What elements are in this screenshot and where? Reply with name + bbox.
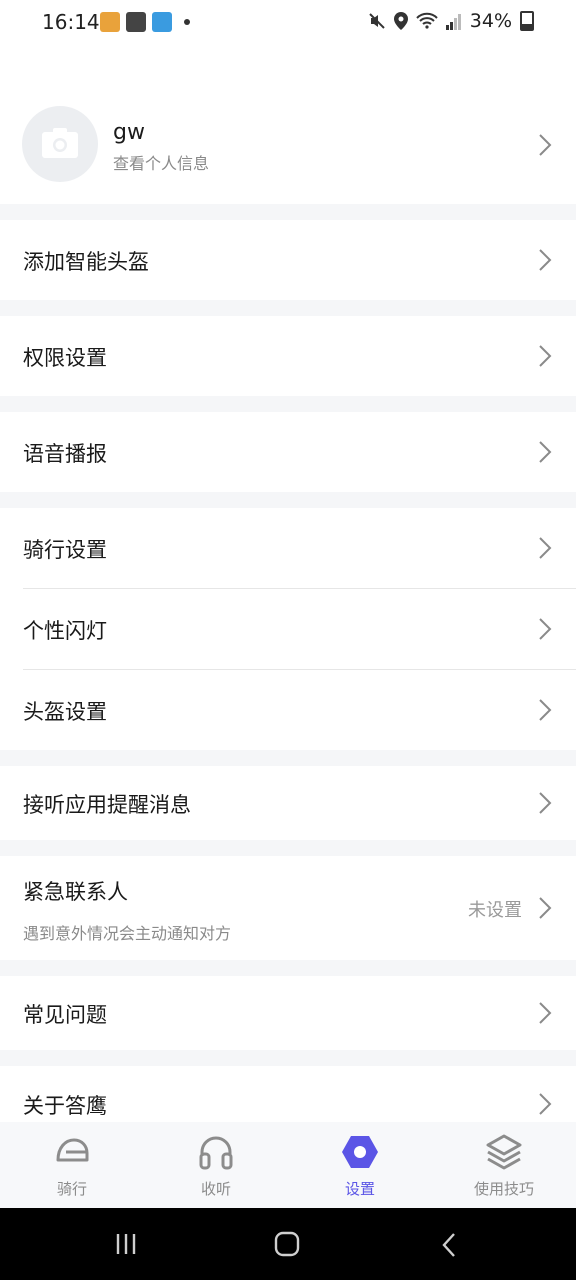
camera-icon bbox=[42, 128, 78, 158]
tab-label: 收听 bbox=[200, 1180, 231, 1198]
app-notification-icon bbox=[100, 12, 120, 32]
mute-icon bbox=[369, 13, 385, 29]
chevron-right-icon bbox=[539, 618, 552, 640]
gallery-icon bbox=[126, 12, 146, 32]
menu-label: 接听应用提醒消息 bbox=[23, 793, 191, 817]
menu-helmet-settings[interactable]: 头盔设置 bbox=[0, 670, 576, 750]
menu-add-helmet[interactable]: 添加智能头盔 bbox=[0, 220, 576, 300]
avatar[interactable] bbox=[22, 106, 98, 182]
helmet-icon bbox=[56, 1138, 89, 1162]
chevron-right-icon bbox=[539, 134, 552, 156]
menu-emergency-contact[interactable]: 紧急联系人 遇到意外情况会主动通知对方 未设置 bbox=[0, 856, 576, 960]
tab-label: 设置 bbox=[344, 1180, 375, 1198]
status-right: 34% bbox=[368, 10, 534, 32]
chevron-right-icon bbox=[539, 897, 552, 919]
headphones-icon bbox=[199, 1136, 233, 1170]
layers-icon bbox=[486, 1134, 522, 1170]
menu-label: 权限设置 bbox=[23, 346, 107, 370]
chevron-right-icon bbox=[539, 441, 552, 463]
chevron-right-icon bbox=[539, 537, 552, 559]
settings-hex-icon bbox=[342, 1136, 378, 1168]
menu-label: 语音播报 bbox=[23, 442, 107, 466]
wifi-icon bbox=[416, 12, 438, 29]
battery-icon bbox=[520, 11, 534, 31]
menu-notifications[interactable]: 接听应用提醒消息 bbox=[0, 766, 576, 840]
profile-card[interactable]: gw 查看个人信息 bbox=[0, 46, 576, 204]
chevron-right-icon bbox=[539, 1093, 552, 1115]
chevron-right-icon bbox=[539, 699, 552, 721]
tab-riding[interactable]: 骑行 bbox=[0, 1122, 144, 1208]
bottom-tab-bar: 骑行 收听 设置 使用技巧 bbox=[0, 1122, 576, 1208]
battery-percent: 34% bbox=[469, 10, 512, 32]
signal-icon bbox=[445, 14, 461, 30]
menu-sublabel: 遇到意外情况会主动通知对方 bbox=[23, 924, 232, 943]
chevron-right-icon bbox=[539, 345, 552, 367]
emergency-status: 未设置 bbox=[468, 900, 522, 921]
profile-name: gw bbox=[113, 120, 145, 145]
status-bar: 16:14 34% bbox=[0, 0, 576, 46]
profile-subtitle: 查看个人信息 bbox=[113, 154, 210, 173]
menu-riding-settings[interactable]: 骑行设置 bbox=[0, 508, 576, 588]
home-icon[interactable] bbox=[274, 1231, 300, 1257]
tab-label: 骑行 bbox=[56, 1180, 87, 1198]
back-icon[interactable] bbox=[440, 1232, 458, 1258]
location-icon bbox=[393, 12, 408, 30]
menu-voice[interactable]: 语音播报 bbox=[0, 412, 576, 492]
recent-apps-icon[interactable] bbox=[114, 1232, 138, 1256]
tab-label: 使用技巧 bbox=[473, 1180, 534, 1198]
menu-label: 添加智能头盔 bbox=[23, 250, 149, 274]
menu-label: 紧急联系人 bbox=[23, 880, 128, 904]
chevron-right-icon bbox=[539, 249, 552, 271]
menu-faq[interactable]: 常见问题 bbox=[0, 976, 576, 1050]
menu-permissions[interactable]: 权限设置 bbox=[0, 316, 576, 396]
chevron-right-icon bbox=[539, 1002, 552, 1024]
tab-settings[interactable]: 设置 bbox=[288, 1122, 432, 1208]
status-time: 16:14 bbox=[42, 10, 100, 34]
menu-label: 个性闪灯 bbox=[23, 619, 107, 643]
chevron-right-icon bbox=[539, 792, 552, 814]
menu-light[interactable]: 个性闪灯 bbox=[0, 589, 576, 669]
menu-label: 头盔设置 bbox=[23, 700, 107, 724]
snowflake-app-icon bbox=[152, 12, 172, 32]
tab-tips[interactable]: 使用技巧 bbox=[432, 1122, 576, 1208]
more-notifications-dot bbox=[184, 19, 190, 25]
menu-label: 关于答鹰 bbox=[23, 1094, 107, 1118]
menu-about[interactable]: 关于答鹰 bbox=[0, 1066, 576, 1122]
status-notification-icons bbox=[100, 12, 190, 32]
menu-group-riding: 骑行设置 个性闪灯 头盔设置 bbox=[0, 508, 576, 750]
menu-label: 常见问题 bbox=[23, 1003, 107, 1027]
tab-listen[interactable]: 收听 bbox=[144, 1122, 288, 1208]
menu-label: 骑行设置 bbox=[23, 538, 107, 562]
system-nav-bar bbox=[0, 1208, 576, 1280]
